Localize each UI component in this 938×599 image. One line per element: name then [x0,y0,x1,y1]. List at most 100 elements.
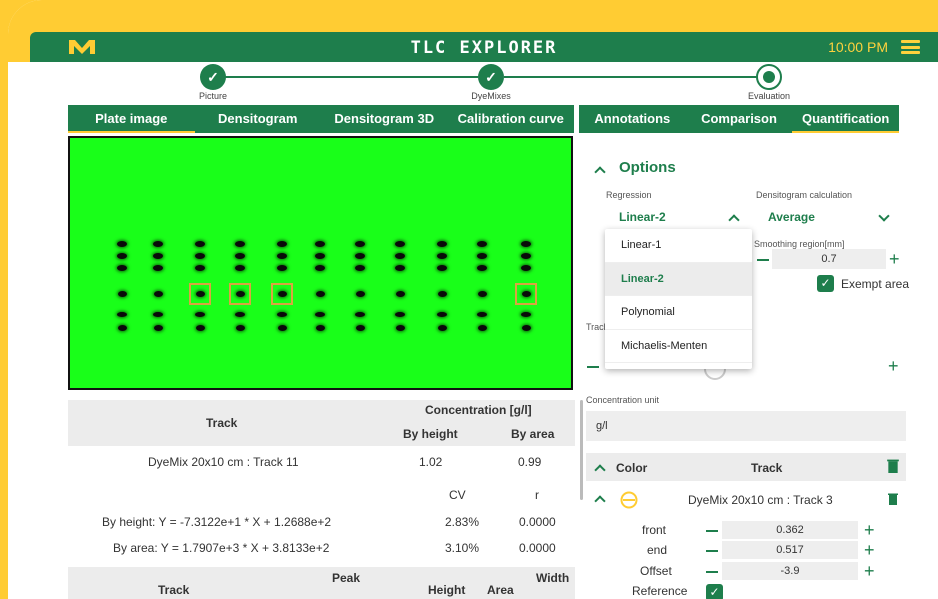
hamburger-menu-icon[interactable] [901,40,920,54]
step-evaluation[interactable] [756,64,782,90]
delete-track-icon[interactable] [888,493,898,505]
tlc-spot [235,253,245,259]
col-width: Width [536,571,570,585]
selected-spot-box[interactable] [515,283,537,305]
tab-quantification[interactable]: Quantification [792,105,899,133]
collapse-track-icon[interactable] [594,495,606,507]
tlc-spot [355,311,365,317]
smoothing-field[interactable]: 0.7 [772,249,886,269]
chevron-down-icon[interactable] [878,210,890,222]
tlc-spot [117,311,127,317]
tlc-spot [195,325,205,331]
col-color: Color [616,461,648,475]
tlc-spot [195,241,205,247]
tab-densitogram-3d[interactable]: Densitogram 3D [321,105,448,133]
end-increase-button[interactable]: + [864,541,875,559]
tlc-spot [153,253,163,259]
tlc-spot [477,291,487,297]
exempt-area-label: Exempt area [841,277,910,291]
tlc-spot [153,291,163,297]
tab-densitogram[interactable]: Densitogram [195,105,322,133]
smoothing-increase-button[interactable]: + [889,250,900,268]
end-decrease-button[interactable] [706,550,718,552]
dropdown-option-linear-1[interactable]: Linear-1 [605,229,752,263]
selected-spot-box[interactable] [229,283,251,305]
tlc-spot [521,311,531,317]
tlc-spot [437,265,447,271]
tlc-spot [277,241,287,247]
dropdown-option-michaelis-menten[interactable]: Michaelis-Menten [605,330,752,363]
end-label: end [647,543,668,557]
col-r: r [535,488,539,502]
options-title: Options [619,159,676,176]
tlc-spot [437,311,447,317]
concentration-unit-label: Concentration unit [586,395,660,405]
tlc-spot [235,311,245,317]
col-track: Track [206,416,238,430]
row-track-name: DyeMix 20x10 cm : Track 11 [148,455,299,469]
main-content: ✓ Picture ✓ DyeMixes Evaluation Plate im… [30,62,938,599]
tlc-spot [437,253,447,259]
track-decrease-button[interactable] [587,366,599,368]
tab-annotations[interactable]: Annotations [579,105,686,133]
app-frame: TLC EXPLORER 10:00 PM ✓ Picture ✓ DyeMix… [8,0,938,599]
smoothing-decrease-button[interactable] [757,259,769,261]
area-cv: 3.10% [445,541,480,555]
concentration-unit-field[interactable]: g/l [586,411,906,441]
tlc-spot [521,241,531,247]
col-area: Area [487,583,514,597]
tlc-spot [477,253,487,259]
tlc-spot [277,311,287,317]
tlc-spot [315,311,325,317]
regression-label: Regression [606,190,652,200]
dropdown-option-linear-2[interactable]: Linear-2 [605,262,752,296]
offset-field[interactable]: -3.9 [722,562,858,580]
regression-select[interactable]: Linear-2 [619,210,666,224]
tab-plate-image[interactable]: Plate image [68,105,195,133]
tlc-spot [117,291,127,297]
col-cv: CV [449,488,466,502]
densitogram-calc-select[interactable]: Average [768,210,815,224]
tab-comparison[interactable]: Comparison [686,105,793,133]
area-r: 0.0000 [519,541,556,555]
tlc-spot [521,325,531,331]
tlc-spot [355,325,365,331]
exempt-area-checkbox[interactable]: ✓ [817,275,834,292]
track-color-swatch-icon[interactable] [620,491,638,509]
scrollbar[interactable] [580,400,583,500]
delete-all-icon[interactable] [887,459,899,473]
tlc-spot [277,253,287,259]
tlc-spot [437,291,447,297]
tlc-spot [477,311,487,317]
selected-spot-box[interactable] [189,283,211,305]
step-picture[interactable]: ✓ [200,64,226,90]
tlc-spot [117,253,127,259]
tlc-spot [195,253,205,259]
right-tab-bar: Annotations Comparison Quantification [579,105,899,133]
tlc-spot [395,265,405,271]
smoothing-label: Smoothing region[mm] [754,239,845,249]
track-increase-button[interactable]: + [888,357,899,375]
tlc-spot [437,241,447,247]
offset-decrease-button[interactable] [706,571,718,573]
tab-calibration-curve[interactable]: Calibration curve [448,105,575,133]
front-field[interactable]: 0.362 [722,521,858,539]
end-field[interactable]: 0.517 [722,541,858,559]
dropdown-option-polynomial[interactable]: Polynomial [605,296,752,330]
tlc-spot [315,241,325,247]
tlc-spot [395,325,405,331]
collapse-options-icon[interactable] [594,166,606,178]
chevron-up-icon[interactable] [728,214,740,226]
reference-checkbox[interactable]: ✓ [706,584,723,599]
tlc-spot [395,241,405,247]
selected-spot-box[interactable] [271,283,293,305]
front-increase-button[interactable]: + [864,521,875,539]
height-cv: 2.83% [445,515,480,529]
tlc-spot [277,325,287,331]
tlc-plate-image[interactable] [68,136,573,390]
tlc-spot [521,253,531,259]
row-by-area: 0.99 [518,455,542,469]
offset-increase-button[interactable]: + [864,562,875,580]
step-dyemixes[interactable]: ✓ [478,64,504,90]
front-decrease-button[interactable] [706,530,718,532]
